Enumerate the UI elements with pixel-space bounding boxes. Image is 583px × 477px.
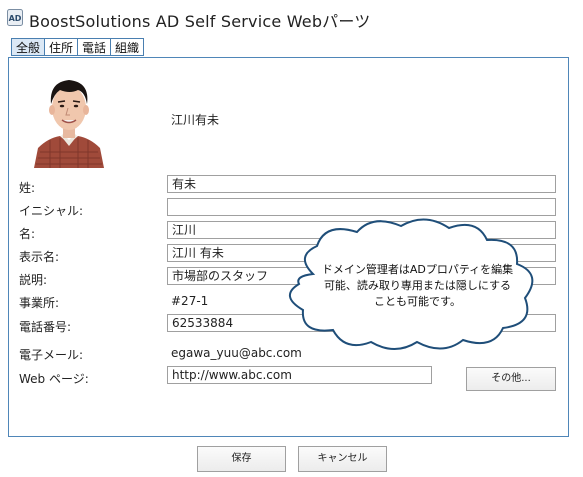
callout-text: ドメイン管理者はADプロパティを編集 可能、読み取り専用または隠しにする ことも…	[305, 262, 530, 310]
initials-field[interactable]	[167, 198, 556, 216]
app-title: BoostSolutions AD Self Service Webパーツ	[29, 12, 371, 31]
tab-bar: 全般 住所 電話 組織	[11, 38, 145, 57]
display-name-label: 表示名:	[19, 250, 60, 264]
callout-line-2: 可能、読み取り専用または隠しにする	[323, 279, 512, 292]
description-label: 説明:	[19, 273, 48, 287]
app-icon: AD	[7, 9, 23, 26]
other-button[interactable]: その他...	[466, 367, 556, 391]
web-page-field[interactable]: http://www.abc.com	[167, 366, 432, 384]
first-name-label: 名:	[19, 227, 36, 241]
web-page-label: Web ページ:	[19, 372, 89, 386]
svg-text:AD: AD	[9, 14, 22, 23]
initials-label: イニシャル:	[19, 204, 84, 218]
profile-display-name: 江川有未	[171, 113, 220, 127]
last-name-field[interactable]: 有未	[167, 175, 556, 193]
callout-line-1: ドメイン管理者はADプロパティを編集	[321, 263, 514, 276]
cancel-button[interactable]: キャンセル	[298, 446, 387, 472]
tab-phone[interactable]: 電話	[78, 38, 112, 56]
callout-line-3: ことも可能です。	[374, 295, 461, 308]
user-photo	[30, 68, 108, 168]
office-value: #27-1	[171, 294, 209, 308]
email-label: 電子メール:	[19, 348, 84, 362]
save-button[interactable]: 保存	[197, 446, 286, 472]
last-name-label: 姓:	[19, 181, 36, 195]
tab-address[interactable]: 住所	[45, 38, 79, 56]
phone-label: 電話番号:	[19, 320, 72, 334]
tab-general[interactable]: 全般	[11, 38, 46, 56]
office-label: 事業所:	[19, 296, 60, 310]
tab-organization[interactable]: 組織	[111, 38, 145, 56]
